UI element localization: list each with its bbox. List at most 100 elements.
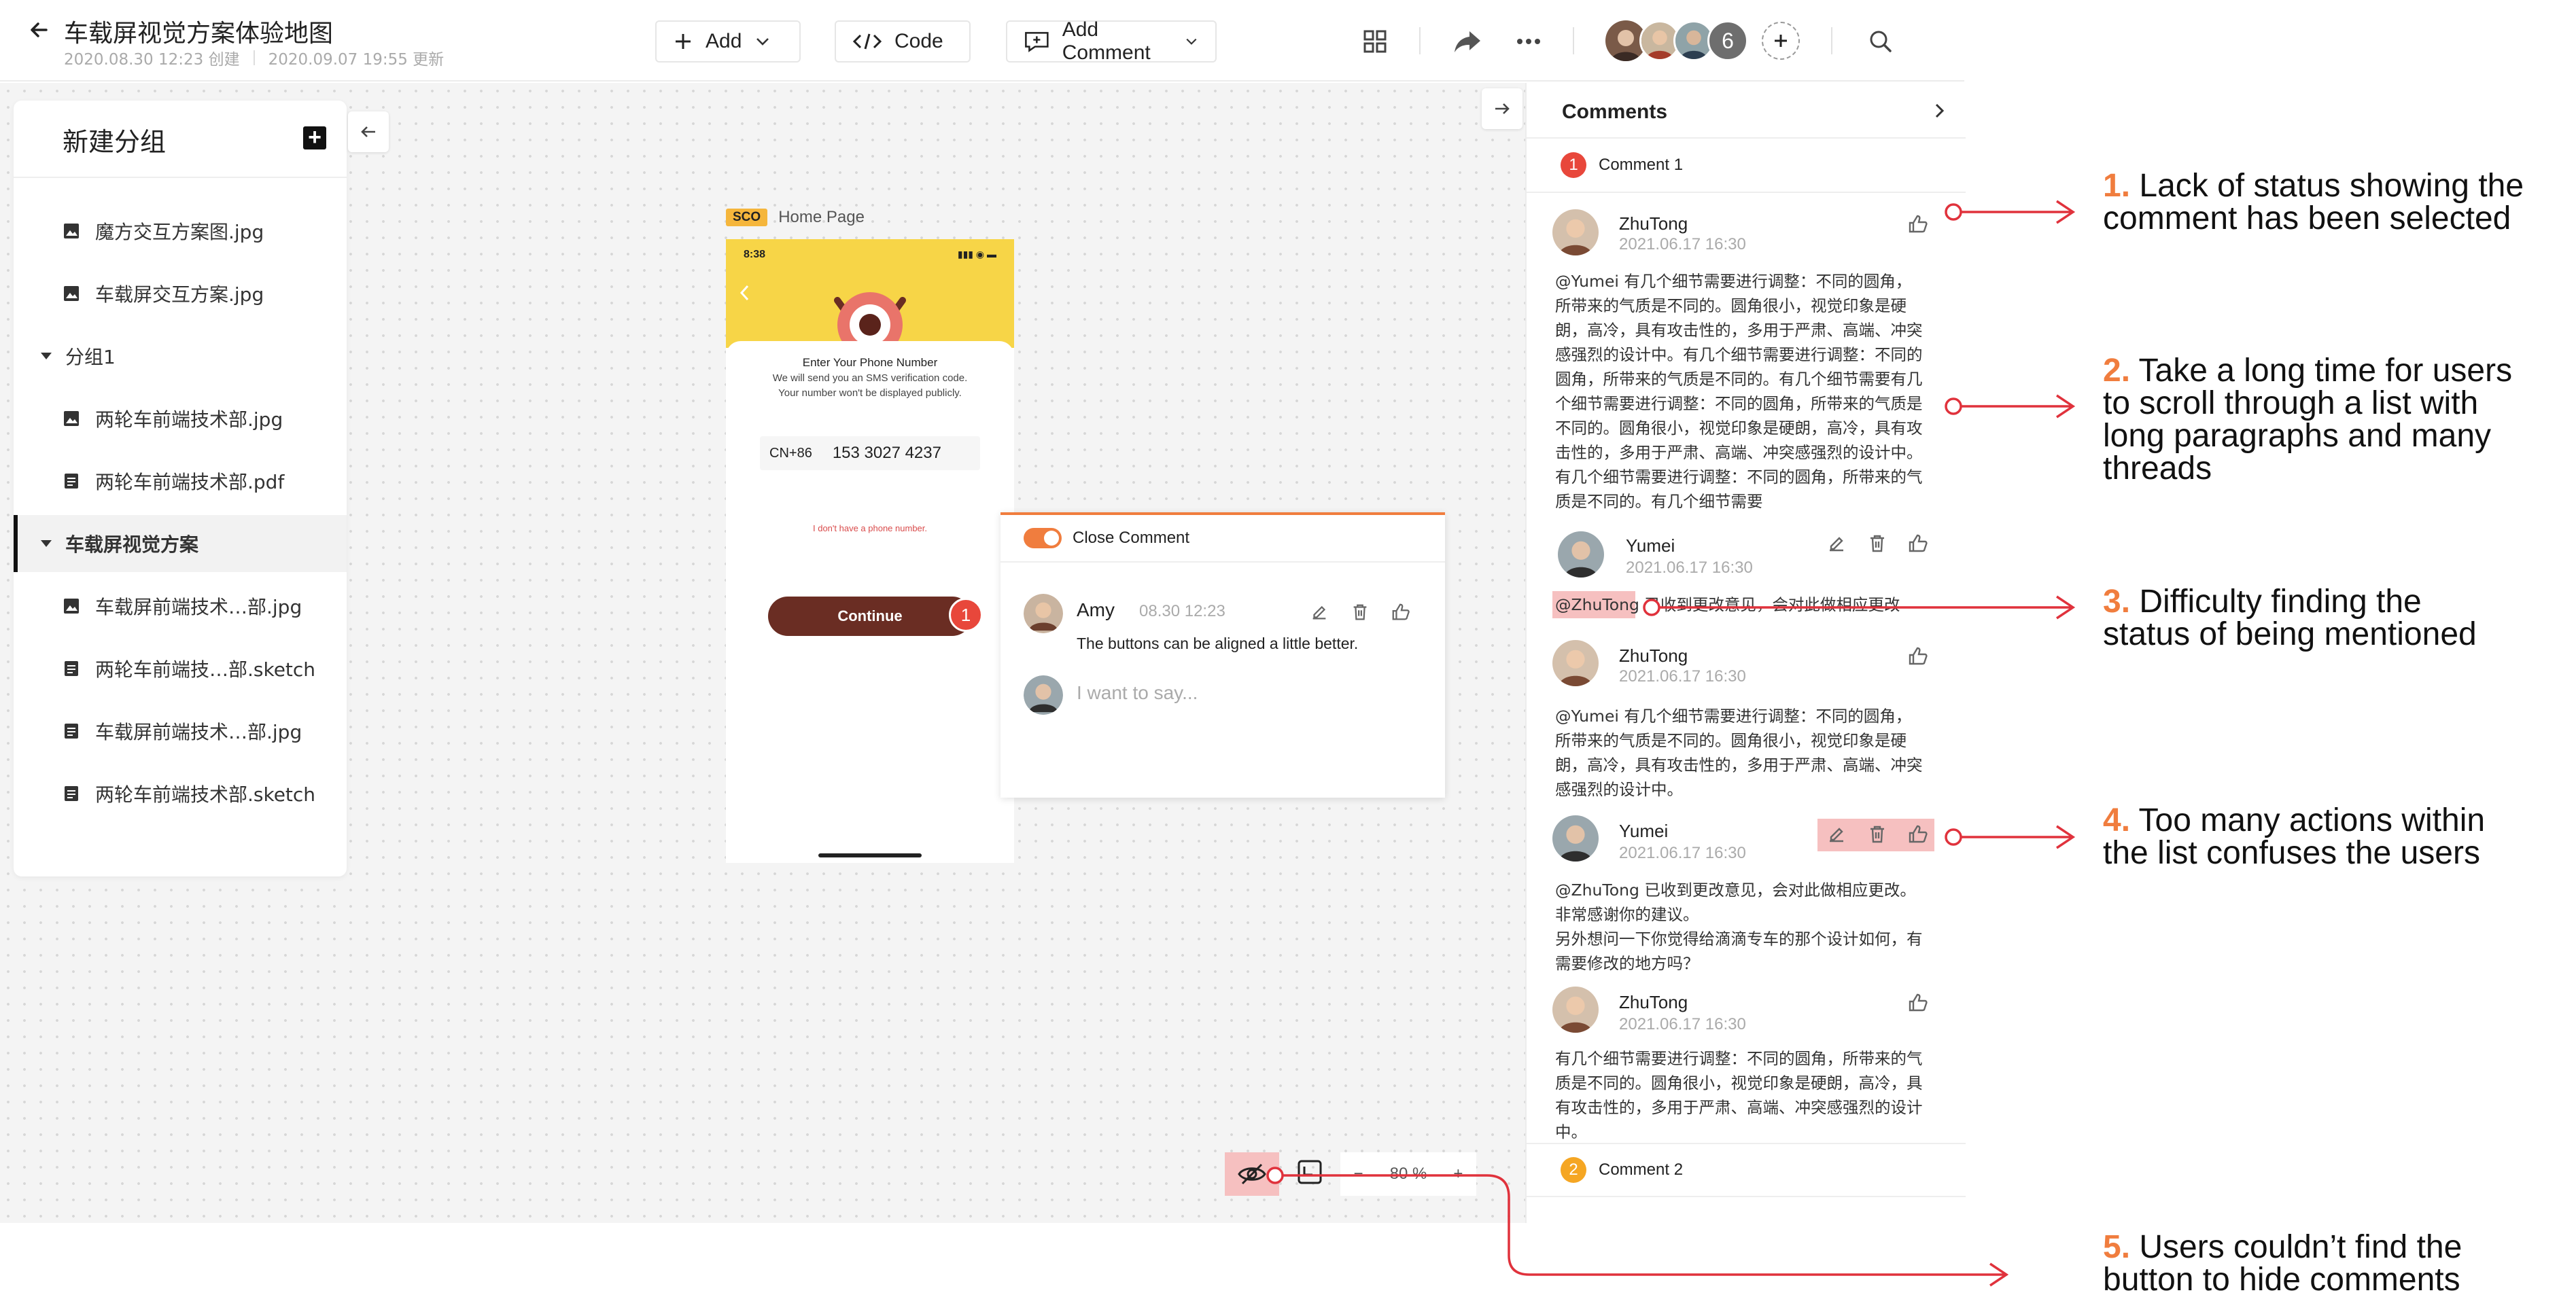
- comment-time: 2021.06.17 16:30: [1619, 235, 1746, 253]
- comment-line: 圆角，所带来的气质是不同的。有几个细节需要有几: [1555, 370, 1923, 389]
- comment-line: 质是不同的。圆角很小，视觉印象是硬朗，高冷，具: [1555, 1074, 1923, 1093]
- file-item[interactable]: 两轮车前端技术部.sketch: [14, 765, 347, 822]
- like-icon[interactable]: [1907, 645, 1929, 667]
- toolbar-divider: [1573, 27, 1574, 54]
- like-icon[interactable]: [1907, 213, 1929, 235]
- back-arrow-icon[interactable]: [26, 16, 53, 43]
- comment-line: 有几个细节需要进行调整：不同的圆角，所带来的气: [1555, 467, 1923, 486]
- delete-icon[interactable]: [1866, 823, 1888, 845]
- comment-line: @Yumei 有几个细节需要进行调整：不同的圆角，: [1555, 707, 1912, 726]
- add-button-label: Add: [706, 30, 742, 52]
- comment-line: 个细节需要进行调整：不同的圆角，所带来的气质是: [1555, 394, 1923, 413]
- comment-pin[interactable]: 1: [949, 598, 983, 632]
- add-comment-button[interactable]: Add Comment: [1006, 18, 1217, 64]
- share-icon[interactable]: [1452, 26, 1483, 57]
- chevron-down-icon: [756, 38, 769, 46]
- group-item-label: 车载屏视觉方案: [65, 533, 199, 556]
- doc-file-icon: [65, 661, 78, 676]
- file-item[interactable]: 两轮车前端技术部.jpg: [14, 390, 347, 447]
- image-file-icon: [64, 224, 79, 238]
- artboard-phone[interactable]: 8:38 ▮▮▮ ◉ ▬ Enter Your Phone Number We …: [726, 239, 1014, 863]
- chevron-left-icon: [739, 285, 749, 301]
- file-item-label: 车载屏交互方案.jpg: [95, 283, 264, 306]
- zoom-in-button[interactable]: +: [1453, 1165, 1463, 1184]
- file-item[interactable]: 车载屏前端技术…部.jpg: [14, 578, 347, 635]
- close-comment-toggle[interactable]: [1024, 528, 1062, 548]
- comment-line: 感强烈的设计中。有几个细节需要进行调整：不同的: [1555, 345, 1923, 364]
- avatar: [1558, 531, 1604, 578]
- file-item-label: 两轮车前端技术部.sketch: [95, 783, 316, 806]
- annotation-line: status of being mentioned: [2103, 616, 2477, 652]
- chevron-down-icon: [1186, 38, 1197, 45]
- add-group-button[interactable]: +: [303, 126, 326, 149]
- comment-group-header[interactable]: 1 Comment 1: [1527, 139, 1966, 193]
- zoom-out-button[interactable]: −: [1354, 1165, 1363, 1184]
- edit-icon[interactable]: [1826, 823, 1847, 845]
- doc-file-icon: [65, 786, 78, 801]
- hide-comments-button[interactable]: [1225, 1152, 1279, 1196]
- comment-author: ZhuTong: [1619, 213, 1688, 234]
- code-button[interactable]: Code: [835, 20, 971, 63]
- group-item-active[interactable]: 车载屏视觉方案: [14, 515, 347, 572]
- annotation-line: threads: [2103, 450, 2212, 486]
- image-file-icon: [64, 599, 79, 614]
- comment-group-number: 1: [1561, 152, 1586, 178]
- add-button[interactable]: Add: [655, 20, 801, 63]
- zoom-control: − 80 % +: [1340, 1152, 1476, 1196]
- annotation-line: Difficulty finding the: [2139, 584, 2422, 620]
- avatar: [1552, 209, 1599, 255]
- more-icon[interactable]: [1513, 26, 1544, 57]
- file-item[interactable]: 魔方交互方案图.jpg: [14, 202, 347, 260]
- created-time: 2020.08.30 12:23 创建: [64, 51, 240, 69]
- group-item-label: 分组1: [65, 346, 116, 368]
- annotation-line: Lack of status showing the: [2139, 168, 2524, 204]
- annotation-number: 4.: [2103, 802, 2131, 838]
- add-member-button[interactable]: [1762, 22, 1800, 60]
- edit-icon[interactable]: [1309, 602, 1329, 622]
- artboard-label[interactable]: SCO Home Page: [726, 208, 865, 227]
- like-icon[interactable]: [1907, 823, 1929, 845]
- delete-icon[interactable]: [1866, 533, 1888, 554]
- comment-time: 2021.06.17 16:30: [1626, 558, 1753, 577]
- file-item[interactable]: 两轮车前端技…部.sketch: [14, 640, 347, 697]
- edit-icon[interactable]: [1826, 533, 1847, 554]
- comment-group-header[interactable]: 2 Comment 2: [1527, 1143, 1966, 1197]
- group-item[interactable]: 分组1: [14, 327, 347, 385]
- doc-file-icon: [65, 724, 78, 739]
- comment-line: 不同的。圆角很小，视觉印象是硬朗，高冷，具有攻: [1555, 419, 1923, 438]
- member-count-badge[interactable]: 6: [1707, 20, 1748, 61]
- comment-line: 有几个细节需要进行调整：不同的圆角，所带来的气: [1555, 1049, 1923, 1068]
- search-icon[interactable]: [1865, 26, 1896, 57]
- file-item-label: 两轮车前端技术部.pdf: [95, 471, 285, 493]
- fit-screen-button[interactable]: [1294, 1156, 1325, 1188]
- comment-group-label: Comment 2: [1599, 1160, 1684, 1179]
- phone-number-value: 153 3027 4237: [832, 444, 941, 462]
- file-item[interactable]: 车载屏前端技术…部.jpg: [14, 703, 347, 760]
- chevron-right-icon[interactable]: [1929, 101, 1949, 121]
- delete-icon[interactable]: [1350, 602, 1370, 622]
- annotation-line: Too many actions within: [2138, 802, 2486, 838]
- like-icon[interactable]: [1907, 992, 1929, 1014]
- grid-view-icon[interactable]: [1359, 26, 1391, 57]
- comments-header: Comments: [1527, 83, 1966, 139]
- avatar: [1552, 815, 1599, 862]
- like-icon[interactable]: [1391, 602, 1411, 622]
- reply-input[interactable]: I want to say...: [1077, 682, 1198, 704]
- file-item[interactable]: 车载屏交互方案.jpg: [14, 265, 347, 322]
- comment-line: 非常感谢你的建议。: [1555, 905, 1699, 924]
- top-bar: 车载屏视觉方案体验地图 2020.08.30 12:23 创建 2020.09.…: [0, 0, 1964, 82]
- avatar: [1552, 640, 1599, 686]
- like-icon[interactable]: [1907, 533, 1929, 554]
- comment-line: 另外想问一下你觉得给滴滴专车的那个设计如何，有: [1555, 929, 1923, 948]
- comment-line: 朗，高冷，具有攻击性的，多用于严肃、高端、冲突: [1555, 756, 1923, 775]
- artboard-name: Home Page: [778, 208, 865, 226]
- collapse-comments-button[interactable]: [1482, 88, 1522, 129]
- comment-group-label: Comment 1: [1599, 156, 1684, 174]
- close-comment-label: Close Comment: [1073, 529, 1190, 547]
- code-button-label: Code: [894, 30, 943, 52]
- collapse-panel-button[interactable]: [348, 111, 389, 152]
- annotation-line: button to hide comments: [2103, 1262, 2460, 1295]
- annotation-3: 3. Difficulty finding the status of bein…: [2103, 586, 2477, 651]
- file-item[interactable]: 两轮车前端技术部.pdf: [14, 453, 347, 510]
- no-phone-link: I don't have a phone number.: [813, 523, 927, 533]
